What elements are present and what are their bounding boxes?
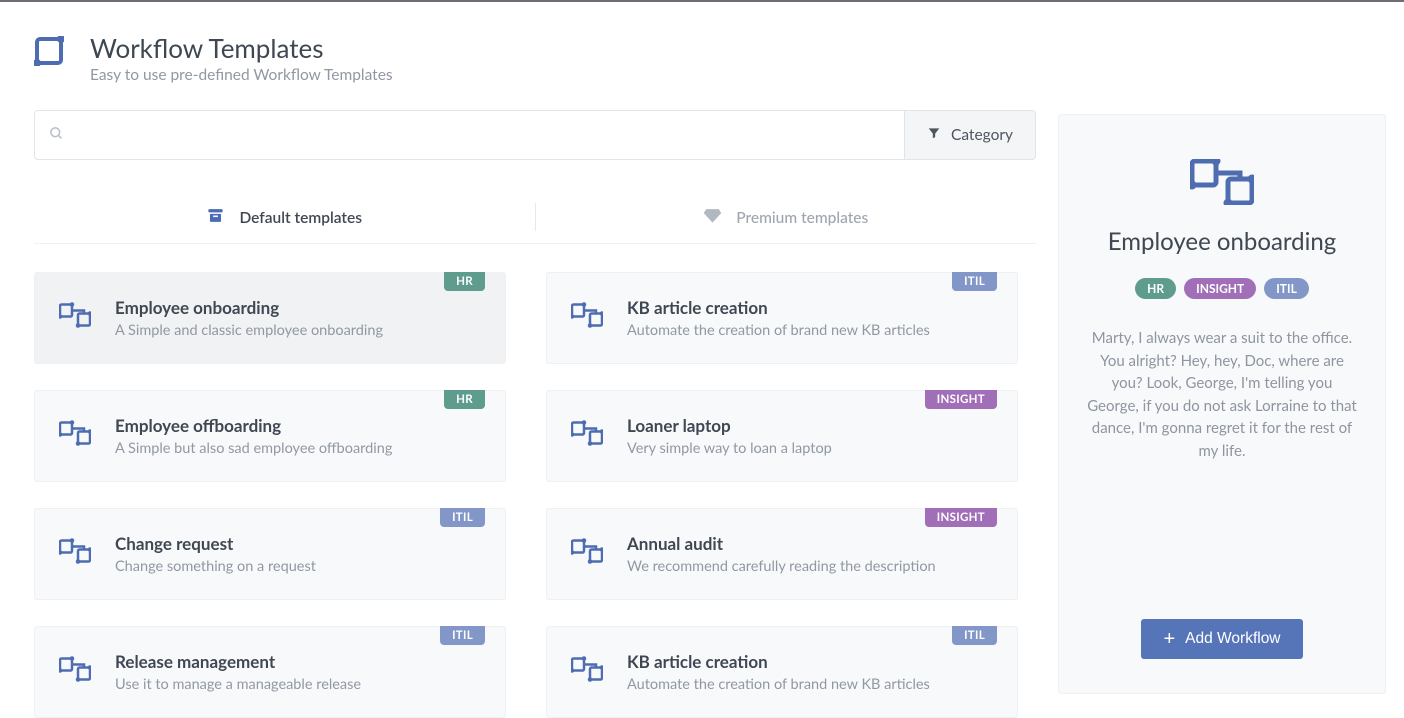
card-tag: INSIGHT — [925, 508, 997, 527]
card-title: Employee offboarding — [115, 415, 392, 436]
card-description: A Simple but also sad employee offboardi… — [115, 440, 392, 457]
details-title: Employee onboarding — [1085, 227, 1359, 256]
card-tag: HR — [444, 272, 485, 291]
filter-icon — [927, 126, 941, 144]
search-input[interactable] — [76, 127, 890, 144]
card-title: KB article creation — [627, 651, 930, 672]
tag-pill: ITIL — [1264, 278, 1309, 299]
workflow-icon — [571, 417, 603, 453]
template-card[interactable]: ITIL Change request Change something on a … — [34, 508, 506, 600]
workflow-icon — [571, 535, 603, 571]
card-title: Release management — [115, 651, 361, 672]
page-header: Workflow Templates Easy to use pre-defin… — [34, 32, 1036, 84]
template-cards-grid: HR Employee onboarding A Simple and classi… — [34, 272, 1036, 718]
workflow-icon — [59, 653, 91, 689]
card-description: Change something on a request — [115, 558, 316, 575]
card-title: Loaner laptop — [627, 415, 832, 436]
category-filter-button[interactable]: Category — [904, 111, 1035, 159]
template-card[interactable]: ITIL Release management Use it to manage a… — [34, 626, 506, 718]
add-workflow-label: Add Workflow — [1185, 630, 1280, 648]
card-description: Automate the creation of brand new KB ar… — [627, 676, 930, 693]
workflow-icon — [1085, 159, 1359, 209]
plus-icon: + — [1163, 629, 1175, 649]
tag-pill: HR — [1135, 278, 1176, 299]
card-title: Annual audit — [627, 533, 936, 554]
template-card[interactable]: HR Employee onboarding A Simple and classi… — [34, 272, 506, 364]
card-tag: HR — [444, 390, 485, 409]
workflow-icon — [59, 299, 91, 335]
workflow-icon — [34, 32, 64, 70]
search-icon — [49, 126, 64, 145]
add-workflow-button[interactable]: + Add Workflow — [1141, 619, 1302, 659]
archive-icon — [206, 206, 225, 229]
details-tags: HR INSIGHT ITIL — [1085, 278, 1359, 299]
workflow-icon — [59, 417, 91, 453]
template-card[interactable]: INSIGHT Loaner laptop Very simple way to l… — [546, 390, 1018, 482]
card-title: KB article creation — [627, 297, 930, 318]
card-tag: ITIL — [440, 626, 485, 645]
card-tag: ITIL — [952, 626, 997, 645]
card-tag: ITIL — [952, 272, 997, 291]
page-title: Workflow Templates — [90, 32, 393, 64]
template-card[interactable]: HR Employee offboarding A Simple but also … — [34, 390, 506, 482]
page-subtitle: Easy to use pre-defined Workflow Templat… — [90, 66, 393, 84]
template-card[interactable]: ITIL KB article creation Automate the crea… — [546, 272, 1018, 364]
tab-premium-templates[interactable]: Premium templates — [536, 200, 1037, 243]
card-tag: ITIL — [440, 508, 485, 527]
workflow-icon — [59, 535, 91, 571]
template-card[interactable]: INSIGHT Annual audit We recommend carefull… — [546, 508, 1018, 600]
tag-pill: INSIGHT — [1184, 278, 1256, 299]
card-description: A Simple and classic employee onboarding — [115, 322, 383, 339]
template-card[interactable]: ITIL KB article creation Automate the crea… — [546, 626, 1018, 718]
details-panel: Employee onboarding HR INSIGHT ITIL Marty,… — [1058, 114, 1386, 694]
card-description: Very simple way to loan a laptop — [627, 440, 832, 457]
details-description: Marty, I always wear a suit to the offic… — [1085, 327, 1359, 462]
tab-label: Premium templates — [736, 209, 868, 227]
card-description: Use it to manage a manageable release — [115, 676, 361, 693]
tab-label: Default templates — [239, 209, 362, 227]
card-tag: INSIGHT — [925, 390, 997, 409]
template-tabs: Default templates Premium templates — [34, 200, 1036, 244]
workflow-icon — [571, 299, 603, 335]
card-description: Automate the creation of brand new KB ar… — [627, 322, 930, 339]
card-title: Employee onboarding — [115, 297, 383, 318]
workflow-icon — [571, 653, 603, 689]
category-label: Category — [951, 126, 1013, 144]
card-description: We recommend carefully reading the descr… — [627, 558, 936, 575]
diamond-icon — [703, 206, 722, 229]
tab-default-templates[interactable]: Default templates — [34, 200, 535, 243]
card-title: Change request — [115, 533, 316, 554]
search-bar: Category — [34, 110, 1036, 160]
